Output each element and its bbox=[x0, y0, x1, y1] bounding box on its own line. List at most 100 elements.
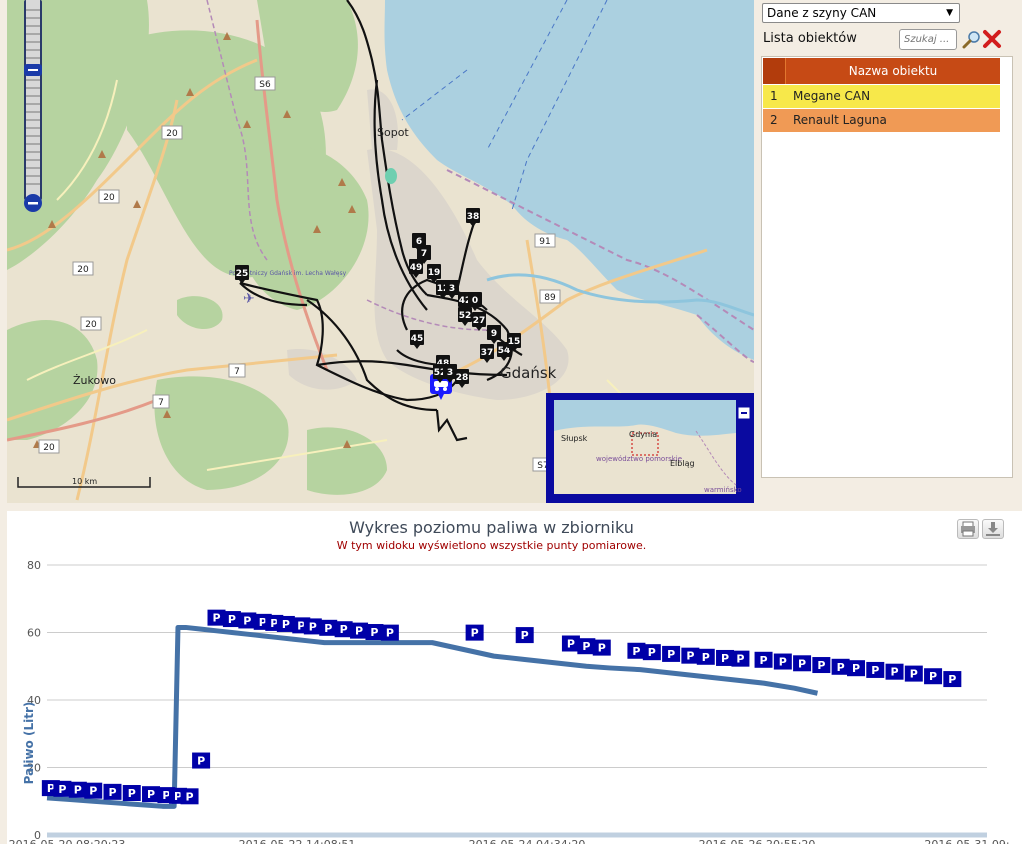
parking-marker[interactable]: P bbox=[793, 655, 812, 672]
object-table-header: Nazwa obiektu bbox=[763, 58, 1000, 84]
column-name-header[interactable]: Nazwa obiektu bbox=[786, 58, 1000, 84]
parking-marker[interactable]: P bbox=[465, 624, 484, 641]
parking-marker[interactable]: P bbox=[847, 660, 866, 677]
parking-marker-label: P bbox=[837, 661, 845, 674]
parking-marker[interactable]: P bbox=[515, 627, 534, 644]
parking-marker-label: P bbox=[197, 755, 205, 768]
parking-marker-label: P bbox=[817, 659, 825, 672]
parking-marker-label: P bbox=[471, 627, 479, 640]
parking-marker[interactable]: P bbox=[380, 624, 399, 641]
parking-marker-label: P bbox=[721, 652, 729, 665]
parking-marker-label: P bbox=[598, 642, 606, 655]
parking-marker-label: P bbox=[760, 654, 768, 667]
vehicle-marker-label: 45 bbox=[411, 334, 424, 344]
parking-marker-label: P bbox=[89, 785, 97, 798]
parking-marker[interactable]: P bbox=[192, 752, 211, 769]
parking-marker[interactable]: P bbox=[924, 668, 943, 685]
parking-marker[interactable]: P bbox=[84, 782, 103, 799]
data-source-select[interactable]: Dane z szyny CAN ▼ bbox=[762, 3, 960, 23]
fuel-level-chart[interactable]: 020406080 Paliwo (Litr) P P P P P P P P P PPP P P P P… bbox=[7, 545, 1022, 844]
parking-marker[interactable]: P bbox=[696, 648, 715, 665]
vehicle-marker-label: 9 bbox=[491, 329, 497, 339]
parking-marker[interactable]: P bbox=[904, 665, 923, 682]
search-icon bbox=[962, 31, 980, 49]
parking-marker-label: P bbox=[108, 786, 116, 799]
print-chart-button[interactable] bbox=[957, 519, 979, 539]
parking-marker-label: P bbox=[340, 623, 348, 636]
parking-marker[interactable]: P bbox=[334, 621, 353, 638]
parking-marker-label: P bbox=[736, 653, 744, 666]
y-tick-label: 60 bbox=[27, 627, 41, 640]
vehicle-marker-label: 19 bbox=[428, 268, 441, 278]
parking-marker[interactable]: P bbox=[716, 649, 735, 666]
parking-marker[interactable]: P bbox=[866, 661, 885, 678]
road-number: 20 bbox=[166, 129, 178, 139]
parking-marker-label: P bbox=[779, 656, 787, 669]
parking-marker[interactable]: P bbox=[238, 612, 257, 629]
parking-marker[interactable]: P bbox=[561, 635, 580, 652]
parking-marker[interactable]: P bbox=[68, 781, 87, 798]
road-number: 20 bbox=[85, 320, 97, 330]
x-tick-label: 2016-05-31 09: bbox=[924, 838, 1009, 844]
parking-marker[interactable]: P bbox=[592, 639, 611, 656]
parking-marker[interactable]: P bbox=[831, 658, 850, 675]
parking-marker-label: P bbox=[128, 787, 136, 800]
parking-marker[interactable]: P bbox=[754, 651, 773, 668]
clear-search-button[interactable] bbox=[982, 29, 1002, 49]
parking-marker[interactable]: P bbox=[303, 618, 322, 635]
y-tick-label: 80 bbox=[27, 559, 41, 572]
export-chart-button[interactable] bbox=[982, 519, 1004, 539]
parking-marker-label: P bbox=[582, 640, 590, 653]
road-number: S6 bbox=[259, 80, 271, 90]
parking-marker-label: P bbox=[798, 657, 806, 670]
print-icon bbox=[961, 521, 975, 537]
parking-marker-label: P bbox=[648, 646, 656, 659]
parking-marker[interactable]: P bbox=[222, 611, 241, 628]
object-row[interactable]: 2 Renault Laguna bbox=[763, 109, 1000, 132]
road-number: 20 bbox=[43, 443, 55, 453]
parking-marker[interactable]: P bbox=[180, 788, 199, 805]
parking-marker-label: P bbox=[282, 618, 290, 631]
parking-marker[interactable]: P bbox=[53, 780, 72, 797]
parking-marker[interactable]: P bbox=[207, 609, 226, 626]
zoom-control[interactable] bbox=[24, 0, 42, 212]
parking-marker[interactable]: P bbox=[681, 647, 700, 664]
object-number: 1 bbox=[770, 89, 778, 103]
parking-marker-label: P bbox=[686, 650, 694, 663]
place-label: Sopot bbox=[377, 126, 409, 139]
zoom-out-button[interactable] bbox=[24, 194, 42, 212]
overview-label: Elbląg bbox=[670, 459, 695, 468]
parking-marker[interactable]: P bbox=[662, 645, 681, 662]
vehicle-marker-label: 28 bbox=[456, 373, 469, 383]
parking-marker[interactable]: P bbox=[103, 783, 122, 800]
parking-marker[interactable]: P bbox=[365, 624, 384, 641]
overview-map[interactable]: Słupsk Gdynia województwo pomorskie Elbl… bbox=[546, 393, 754, 503]
parking-marker[interactable]: P bbox=[276, 615, 295, 632]
parking-marker[interactable]: P bbox=[350, 622, 369, 639]
object-row[interactable]: 1 Megane CAN bbox=[763, 85, 1000, 108]
parking-marker[interactable]: P bbox=[642, 644, 661, 661]
column-number-header[interactable] bbox=[763, 58, 786, 84]
parking-marker[interactable]: P bbox=[812, 657, 831, 674]
chart-title: Wykres poziomu paliwa w zbiorniku bbox=[349, 518, 634, 537]
parking-marker[interactable]: P bbox=[577, 638, 596, 655]
parking-marker[interactable]: P bbox=[773, 653, 792, 670]
airport-icon: ✈ bbox=[243, 291, 255, 307]
search-input[interactable] bbox=[899, 29, 957, 50]
overview-toggle-button[interactable] bbox=[737, 406, 751, 420]
parking-marker[interactable]: P bbox=[943, 671, 962, 688]
place-label: Żukowo bbox=[73, 374, 116, 387]
parking-marker[interactable]: P bbox=[319, 619, 338, 636]
parking-marker[interactable]: P bbox=[122, 785, 141, 802]
vehicle-marker-label: 0 bbox=[472, 296, 478, 306]
parking-marker-label: P bbox=[74, 784, 82, 797]
parking-marker-label: P bbox=[852, 662, 860, 675]
parking-marker[interactable]: P bbox=[627, 642, 646, 659]
parking-marker-label: P bbox=[948, 673, 956, 686]
zoom-slider-handle[interactable] bbox=[24, 64, 42, 76]
parking-marker[interactable]: P bbox=[731, 650, 750, 667]
parking-marker[interactable]: P bbox=[142, 786, 161, 803]
search-button[interactable] bbox=[962, 29, 982, 49]
road-number: 89 bbox=[544, 293, 556, 303]
parking-marker[interactable]: P bbox=[885, 663, 904, 680]
